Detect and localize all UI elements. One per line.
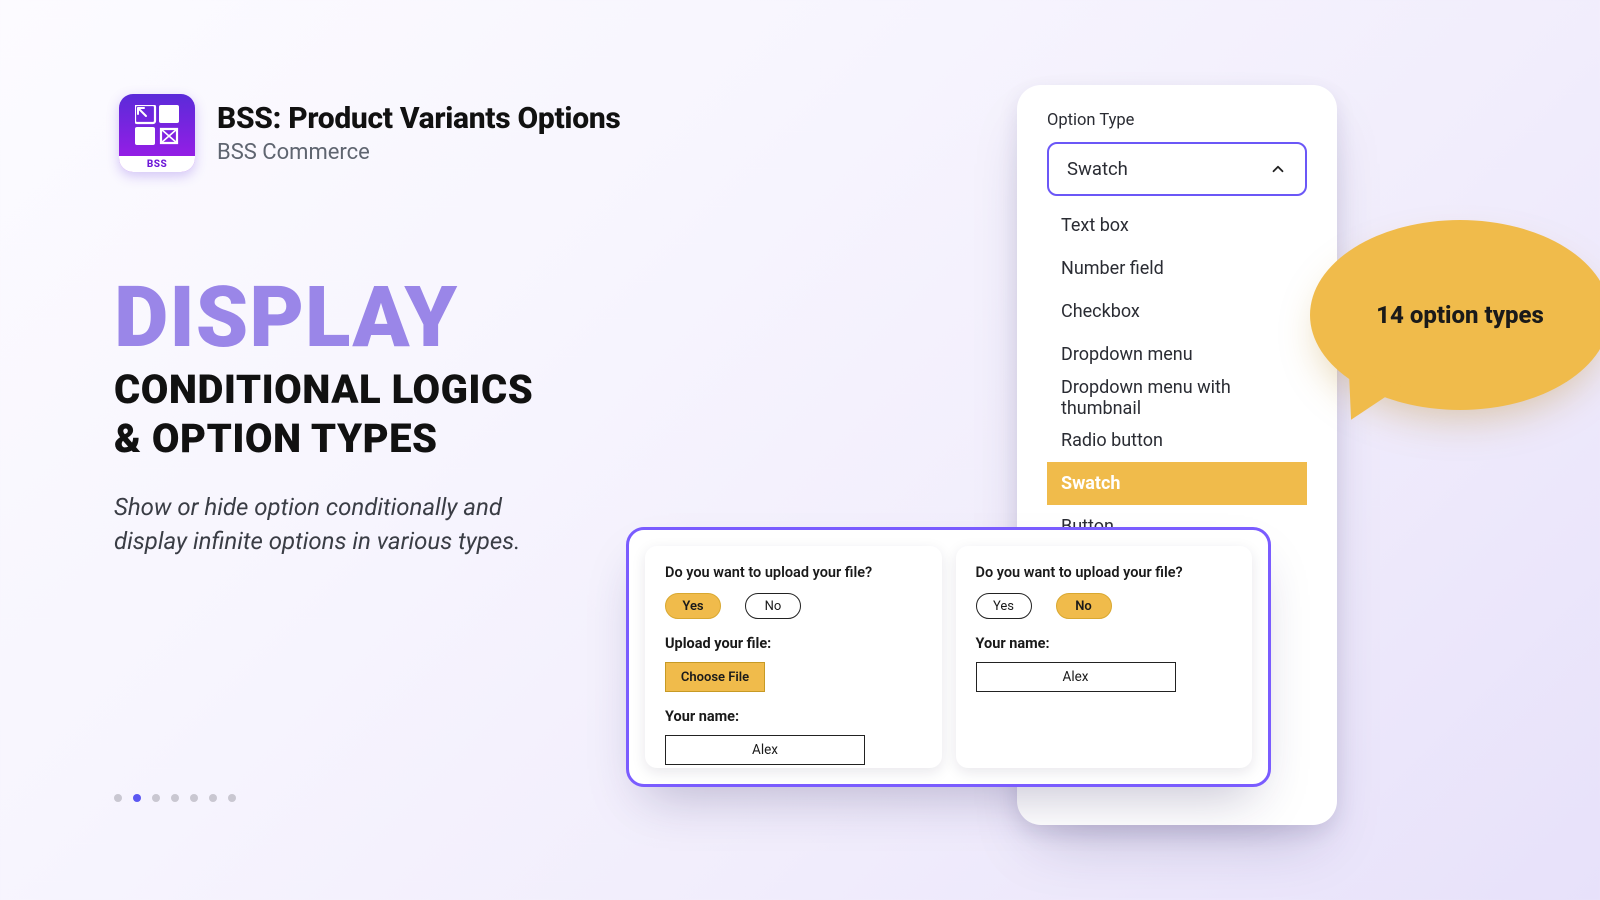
pagination-dot[interactable] <box>114 794 122 802</box>
brand-logo: BSS <box>119 94 195 172</box>
pagination-dot[interactable] <box>190 794 198 802</box>
callout-bubble: 14 option types <box>1310 220 1600 410</box>
option-type-item[interactable]: Number field <box>1047 247 1307 290</box>
pagination-dots <box>114 794 236 802</box>
brand-logo-badge: BSS <box>119 156 195 172</box>
app-subtitle: BSS Commerce <box>217 140 621 165</box>
pagination-dot[interactable] <box>152 794 160 802</box>
conditional-no-card: Do you want to upload your file? Yes No … <box>956 546 1253 768</box>
option-type-item[interactable]: Text box <box>1047 204 1307 247</box>
name-input[interactable]: Alex <box>665 735 865 765</box>
option-type-select[interactable]: Swatch <box>1047 142 1307 196</box>
app-header: BSS BSS: Product Variants Options BSS Co… <box>119 94 621 172</box>
conditional-yes-card: Do you want to upload your file? Yes No … <box>645 546 942 768</box>
hero: DISPLAY CONDITIONAL LOGICS & OPTION TYPE… <box>114 278 674 559</box>
option-type-selected: Swatch <box>1067 158 1128 180</box>
choose-file-button[interactable]: Choose File <box>665 662 765 692</box>
upload-question: Do you want to upload your file? <box>665 564 922 581</box>
option-type-item[interactable]: Radio button <box>1047 419 1307 462</box>
no-pill-2[interactable]: No <box>1056 593 1112 619</box>
option-type-item[interactable]: Checkbox <box>1047 290 1307 333</box>
brand-titles: BSS: Product Variants Options BSS Commer… <box>217 101 621 165</box>
hero-subhead: CONDITIONAL LOGICS & OPTION TYPES <box>114 366 674 464</box>
callout-text: 14 option types <box>1376 301 1544 329</box>
brand-logo-art <box>119 94 195 156</box>
option-type-item[interactable]: Dropdown menu with thumbnail <box>1047 376 1307 419</box>
yes-pill-2[interactable]: Yes <box>976 593 1032 619</box>
name-input-2[interactable]: Alex <box>976 662 1176 692</box>
pagination-dot[interactable] <box>228 794 236 802</box>
upload-label: Upload your file: <box>665 635 922 652</box>
conditional-demo: Do you want to upload your file? Yes No … <box>626 527 1271 787</box>
name-label-2: Your name: <box>976 635 1233 652</box>
option-type-list: Text boxNumber fieldCheckboxDropdown men… <box>1047 204 1307 548</box>
option-type-label: Option Type <box>1047 111 1307 130</box>
yes-pill[interactable]: Yes <box>665 593 721 619</box>
app-title: BSS: Product Variants Options <box>217 101 621 136</box>
yes-no-row: Yes No <box>665 593 922 619</box>
chevron-up-icon <box>1269 160 1287 178</box>
hero-description: Show or hide option conditionally and di… <box>114 491 554 558</box>
hero-display: DISPLAY <box>114 278 674 358</box>
option-type-item[interactable]: Swatch <box>1047 462 1307 505</box>
hero-sub-line1: CONDITIONAL LOGICS <box>114 366 533 413</box>
yes-no-row-2: Yes No <box>976 593 1233 619</box>
option-type-item[interactable]: Dropdown menu <box>1047 333 1307 376</box>
no-pill[interactable]: No <box>745 593 801 619</box>
name-label: Your name: <box>665 708 922 725</box>
hero-sub-line2: & OPTION TYPES <box>114 415 438 462</box>
pagination-dot[interactable] <box>133 794 141 802</box>
pagination-dot[interactable] <box>171 794 179 802</box>
pagination-dot[interactable] <box>209 794 217 802</box>
upload-question-2: Do you want to upload your file? <box>976 564 1233 581</box>
